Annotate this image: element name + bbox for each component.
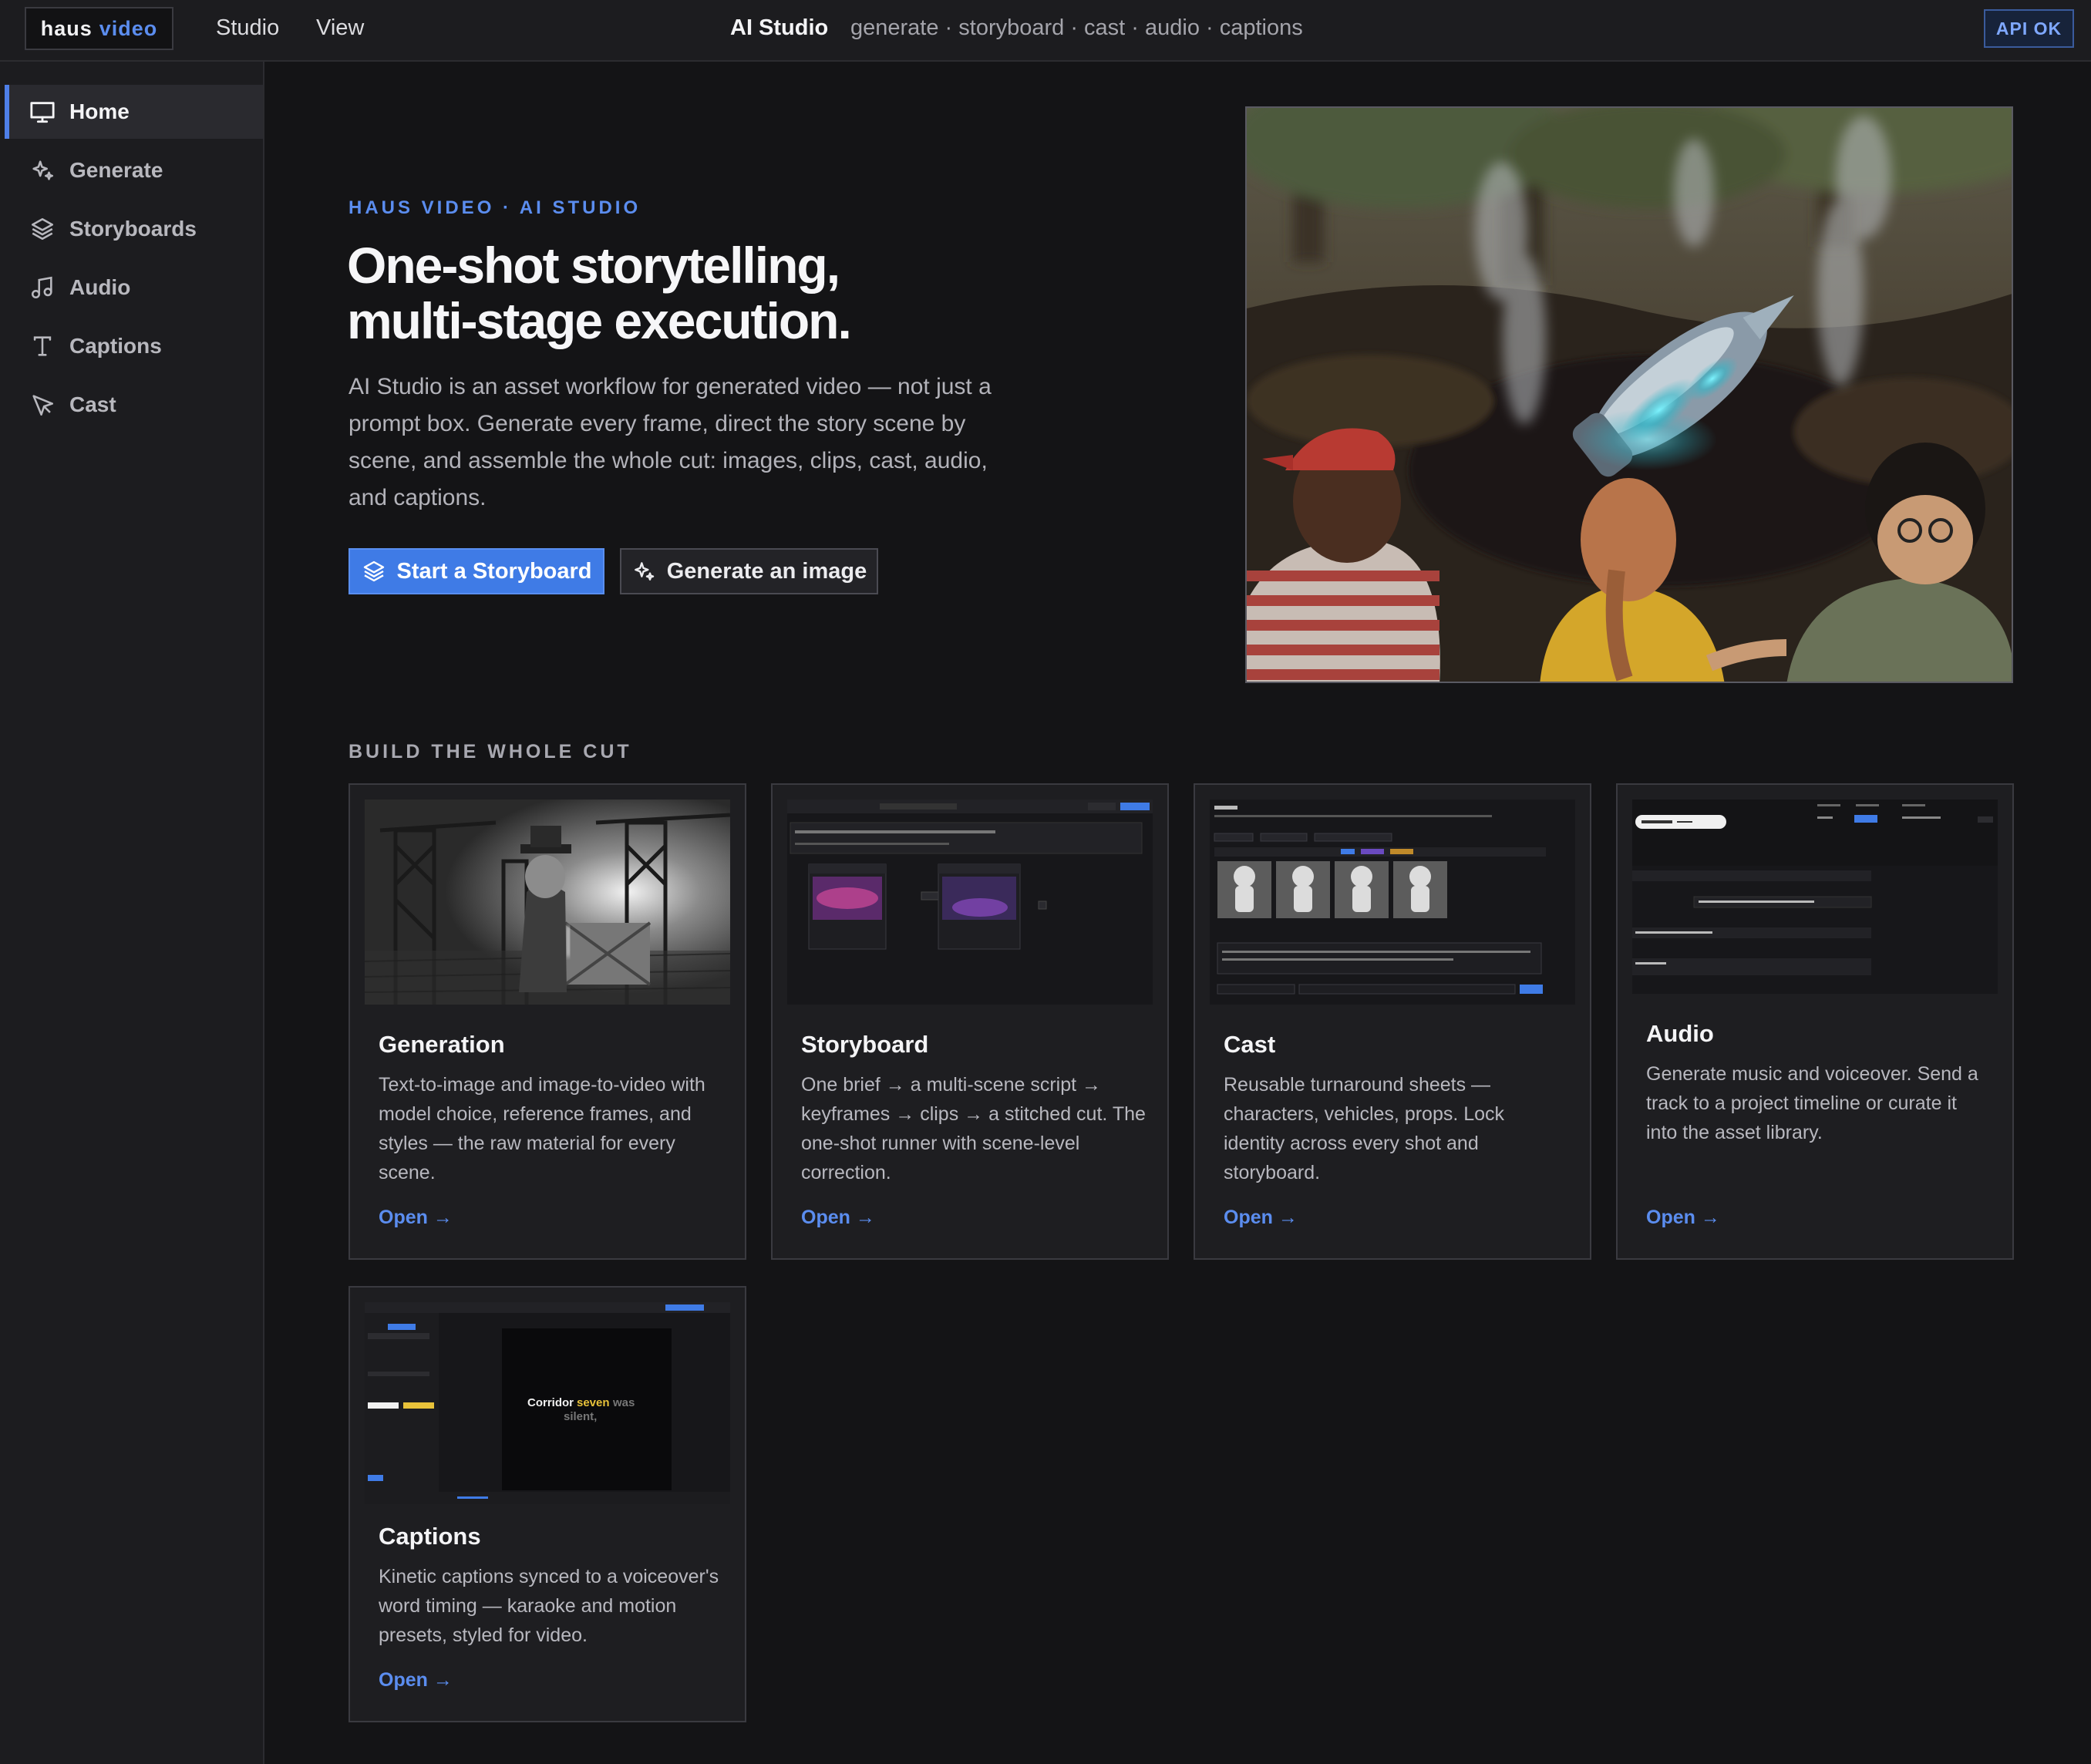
card-storyboard[interactable]: Storyboard One brief → a multi-scene scr… <box>771 783 1169 1260</box>
open-link[interactable]: Open → <box>379 1207 453 1229</box>
top-bar: haus video Studio View AI Studio generat… <box>0 0 2091 62</box>
layers-icon <box>363 561 384 582</box>
generate-image-label: Generate an image <box>666 558 867 584</box>
open-link[interactable]: Open → <box>379 1669 453 1692</box>
monitor-icon <box>30 102 55 123</box>
card-description: Text-to-image and image-to-video with mo… <box>379 1074 705 1183</box>
open-link[interactable]: Open → <box>801 1207 875 1229</box>
sidebar-item-label: Generate <box>69 158 163 182</box>
card-title: Storyboard <box>801 1031 929 1058</box>
hero-eyebrow: HAUS VIDEO · AI STUDIO <box>348 197 641 218</box>
caption-word-1: Corridor <box>527 1396 574 1409</box>
section-label: BUILD THE WHOLE CUT <box>348 741 632 762</box>
caption-word-4: silent, <box>564 1410 597 1423</box>
hero-title-line1: One-shot storytelling, <box>347 237 840 294</box>
sidebar-item-cast[interactable]: Cast <box>5 378 263 432</box>
storyboard-thumbnail <box>787 800 1153 1005</box>
app-title: AI Studio <box>730 15 829 40</box>
sidebar-item-label: Home <box>69 99 130 123</box>
api-status-badge: API OK <box>1984 9 2074 48</box>
start-storyboard-label: Start a Storyboard <box>396 558 592 584</box>
app-subtitle: generate · storyboard · cast · audio · c… <box>850 15 1303 40</box>
sidebar: Home Generate Storyboards Audio Captions… <box>0 62 264 1764</box>
layers-icon <box>31 217 54 241</box>
sidebar-item-audio[interactable]: Audio <box>5 261 263 315</box>
caption-word-2: seven <box>577 1396 610 1409</box>
audio-thumbnail <box>1632 800 1998 994</box>
storyboard-ui-preview <box>787 800 1153 1005</box>
caption-word-3: was <box>612 1396 635 1409</box>
hero-title: One-shot storytelling, multi-stage execu… <box>347 237 1010 348</box>
card-title: Captions <box>379 1523 481 1550</box>
card-generation[interactable]: Generation Text-to-image and image-to-vi… <box>348 783 746 1260</box>
card-audio[interactable]: Audio Generate music and voiceover. Send… <box>1616 783 2014 1260</box>
cast-ui-preview <box>1210 800 1575 1005</box>
brand-name-part1: haus <box>40 16 93 40</box>
start-storyboard-button[interactable]: Start a Storyboard <box>348 548 604 594</box>
hero-description: AI Studio is an asset workflow for gener… <box>348 374 992 510</box>
sidebar-item-label: Storyboards <box>69 217 197 241</box>
sidebar-item-label: Captions <box>69 334 162 358</box>
sparkles-icon <box>32 160 54 180</box>
music-note-icon <box>31 276 52 299</box>
captions-ui-preview: Corridor seven was silent, <box>365 1302 730 1504</box>
sidebar-item-label: Cast <box>69 392 116 416</box>
generate-image-button[interactable]: Generate an image <box>620 548 878 594</box>
brand-name-part2: video <box>99 16 158 40</box>
card-description: Kinetic captions synced to a voiceover's… <box>379 1566 719 1646</box>
card-description: Generate music and voiceover. Send a tra… <box>1646 1063 1978 1143</box>
brand-logo[interactable]: haus video <box>25 7 173 50</box>
sidebar-item-captions[interactable]: Captions <box>5 319 263 373</box>
open-link[interactable]: Open → <box>1646 1207 1720 1229</box>
card-cast[interactable]: Cast Reusable turnaround sheets — charac… <box>1194 783 1591 1260</box>
sidebar-item-home[interactable]: Home <box>5 85 263 139</box>
cast-thumbnail <box>1210 800 1575 1005</box>
sidebar-item-label: Audio <box>69 275 131 299</box>
hero-image <box>1245 106 2013 683</box>
card-title: Cast <box>1224 1031 1276 1058</box>
sparkles-icon <box>634 562 654 581</box>
audio-ui-preview <box>1632 800 1998 994</box>
captions-thumbnail: Corridor seven was silent, <box>365 1302 730 1504</box>
menu-view[interactable]: View <box>316 15 364 41</box>
crashed-spaceship-scene <box>1247 108 2012 682</box>
hero-title-line2: multi-stage execution. <box>347 292 852 349</box>
card-title: Audio <box>1646 1020 1714 1047</box>
card-description: One brief → a multi-scene script → keyfr… <box>801 1074 1146 1183</box>
open-link[interactable]: Open → <box>1224 1207 1298 1229</box>
text-icon <box>33 336 52 356</box>
sidebar-item-generate[interactable]: Generate <box>5 143 263 197</box>
card-title: Generation <box>379 1031 505 1058</box>
generation-thumbnail <box>365 800 730 1005</box>
card-captions[interactable]: Corridor seven was silent, Captions Kine… <box>348 1286 746 1722</box>
cursor-icon <box>32 395 54 416</box>
card-description: Reusable turnaround sheets — characters,… <box>1224 1074 1505 1183</box>
menu-studio[interactable]: Studio <box>216 15 279 41</box>
cat-detective-image <box>365 800 730 1005</box>
sidebar-item-storyboards[interactable]: Storyboards <box>5 202 263 256</box>
